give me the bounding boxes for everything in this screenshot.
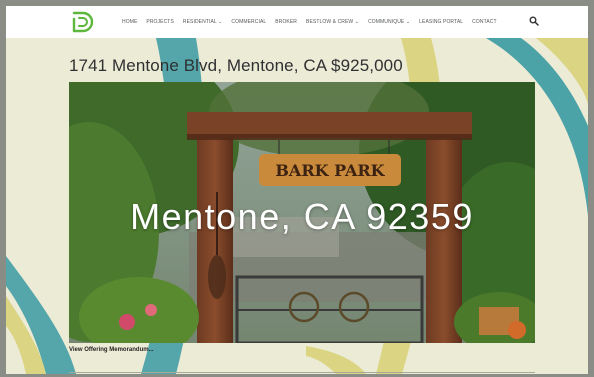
sign-text: BARK PARK [275, 161, 385, 180]
hero-image: BARK PARK Mentone, CA 92359 [69, 82, 535, 343]
nav-bestlow-crew[interactable]: BESTLOW & CREW ⌄ [306, 19, 359, 25]
top-navbar: HOME PROJECTS RESIDENTIAL ⌄ COMMERCIAL B… [6, 6, 588, 38]
d-logo[interactable] [70, 11, 94, 33]
chevron-down-icon: ⌄ [405, 19, 411, 25]
hero-location-overlay: Mentone, CA 92359 [130, 196, 474, 237]
nav-broker[interactable]: BROKER [275, 19, 297, 25]
divider [69, 372, 535, 373]
nav-projects[interactable]: PROJECTS [146, 19, 173, 25]
nav-communique[interactable]: COMMUNIQUE ⌄ [368, 19, 410, 25]
nav-home[interactable]: HOME [122, 19, 137, 25]
page-frame: HOME PROJECTS RESIDENTIAL ⌄ COMMERCIAL B… [6, 6, 588, 374]
chevron-down-icon: ⌄ [218, 19, 223, 25]
nav-bestlow-crew-label: BESTLOW & CREW [306, 19, 354, 25]
nav-leasing-portal[interactable]: LEASING PORTAL [419, 19, 463, 25]
listing-title: 1741 Mentone Blvd, Mentone, CA $925,000 [69, 56, 403, 75]
nav-contact[interactable]: CONTACT [472, 19, 497, 25]
nav-communique-label: COMMUNIQUE [368, 19, 405, 25]
view-offering-memorandum-link[interactable]: View Offering Memorandum... [69, 347, 154, 353]
nav-residential[interactable]: RESIDENTIAL ⌄ [183, 19, 223, 25]
nav-commercial[interactable]: COMMERCIAL [231, 19, 266, 25]
main-menu: HOME PROJECTS RESIDENTIAL ⌄ COMMERCIAL B… [122, 6, 497, 38]
search-icon[interactable] [529, 16, 539, 26]
nav-residential-label: RESIDENTIAL [182, 19, 217, 25]
chevron-down-icon: ⌄ [354, 19, 360, 25]
